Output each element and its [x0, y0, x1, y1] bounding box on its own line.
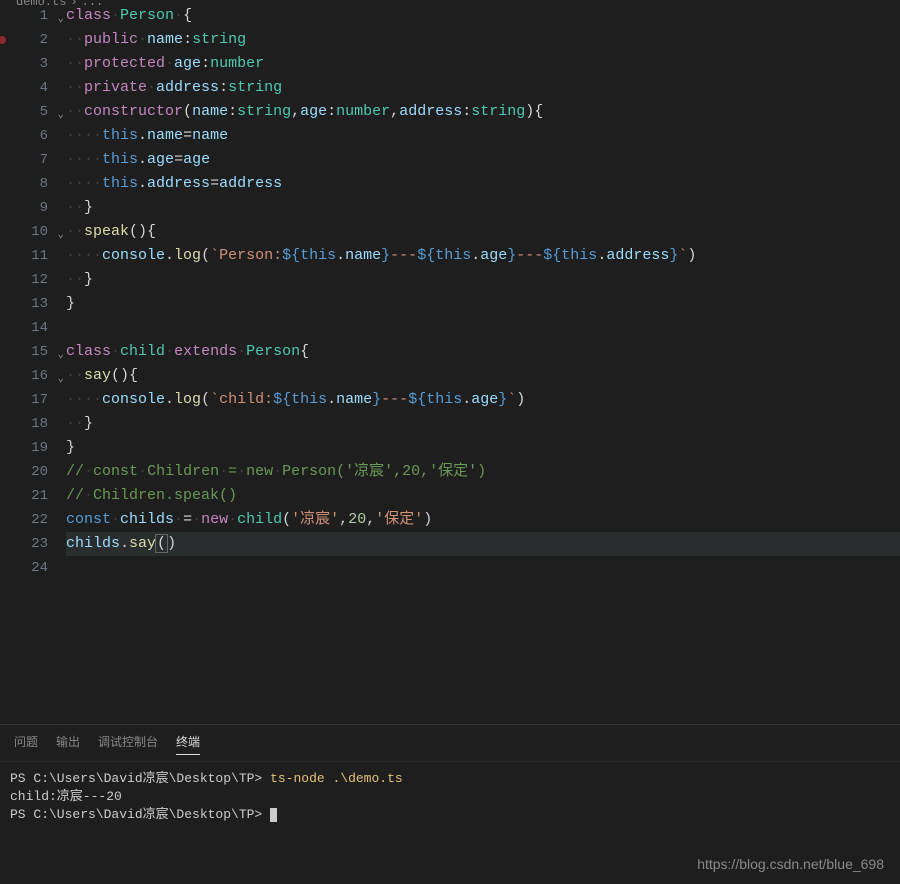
tab-debug-console[interactable]: 调试控制台	[98, 733, 158, 755]
code-line[interactable]: ··speak(){	[66, 220, 900, 244]
line-number: 8	[0, 172, 66, 196]
code-line[interactable]: ··constructor(name:string,age:number,add…	[66, 100, 900, 124]
code-line[interactable]: ····console.log(`Person:${this.name}---$…	[66, 244, 900, 268]
code-line[interactable]: //·Children.speak()	[66, 484, 900, 508]
line-number: 2	[0, 28, 66, 52]
code-line[interactable]: childs.say()	[66, 532, 900, 556]
code-line[interactable]: ····this.name=name	[66, 124, 900, 148]
code-editor[interactable]: 1⌄2345⌄678910⌄1112131415⌄16⌄171819202122…	[0, 4, 900, 724]
code-line[interactable]: ····this.age=age	[66, 148, 900, 172]
line-number: 15⌄	[0, 340, 66, 364]
line-number: 12	[0, 268, 66, 292]
code-line[interactable]: ····this.address=address	[66, 172, 900, 196]
breakpoint-icon[interactable]	[0, 36, 6, 44]
line-number: 3	[0, 52, 66, 76]
code-line[interactable]: ··}	[66, 196, 900, 220]
line-number: 13	[0, 292, 66, 316]
line-gutter: 1⌄2345⌄678910⌄1112131415⌄16⌄171819202122…	[0, 4, 66, 724]
line-number: 18	[0, 412, 66, 436]
code-line[interactable]: ····console.log(`child:${this.name}---${…	[66, 388, 900, 412]
line-number: 4	[0, 76, 66, 100]
line-number: 20	[0, 460, 66, 484]
terminal-line: PS C:\Users\David凉宸\Desktop\TP> ts-node …	[10, 770, 890, 788]
code-line[interactable]: class·child·extends·Person{	[66, 340, 900, 364]
code-line[interactable]: //·const·Children·=·new·Person('凉宸',20,'…	[66, 460, 900, 484]
line-number: 11	[0, 244, 66, 268]
code-line[interactable]: ··}	[66, 268, 900, 292]
code-line[interactable]	[66, 556, 900, 580]
terminal-output[interactable]: PS C:\Users\David凉宸\Desktop\TP> ts-node …	[0, 762, 900, 832]
line-number: 14	[0, 316, 66, 340]
watermark: https://blog.csdn.net/blue_698	[697, 856, 884, 872]
line-number: 22	[0, 508, 66, 532]
line-number: 7	[0, 148, 66, 172]
code-line[interactable]: const·childs·=·new·child('凉宸',20,'保定')	[66, 508, 900, 532]
line-number: 1⌄	[0, 4, 66, 28]
cursor-icon	[270, 808, 277, 822]
code-line[interactable]: }	[66, 436, 900, 460]
line-number: 9	[0, 196, 66, 220]
line-number: 21	[0, 484, 66, 508]
code-line[interactable]	[66, 316, 900, 340]
code-line[interactable]: ··protected·age:number	[66, 52, 900, 76]
code-line[interactable]: ··public·name:string	[66, 28, 900, 52]
code-line[interactable]: ··private·address:string	[66, 76, 900, 100]
line-number: 6	[0, 124, 66, 148]
code-line[interactable]: ··}	[66, 412, 900, 436]
terminal-line: child:凉宸---20	[10, 788, 890, 806]
line-number: 17	[0, 388, 66, 412]
panel-tabs: 问题 输出 调试控制台 终端	[0, 725, 900, 762]
terminal-line: PS C:\Users\David凉宸\Desktop\TP>	[10, 806, 890, 824]
code-area[interactable]: class·Person·{··public·name:string··prot…	[66, 4, 900, 724]
line-number: 5⌄	[0, 100, 66, 124]
line-number: 23	[0, 532, 66, 556]
tab-output[interactable]: 输出	[56, 733, 80, 755]
tab-problems[interactable]: 问题	[14, 733, 38, 755]
code-line[interactable]: class·Person·{	[66, 4, 900, 28]
tab-terminal[interactable]: 终端	[176, 733, 200, 755]
line-number: 16⌄	[0, 364, 66, 388]
line-number: 24	[0, 556, 66, 580]
code-line[interactable]: }	[66, 292, 900, 316]
code-line[interactable]: ··say(){	[66, 364, 900, 388]
line-number: 10⌄	[0, 220, 66, 244]
line-number: 19	[0, 436, 66, 460]
